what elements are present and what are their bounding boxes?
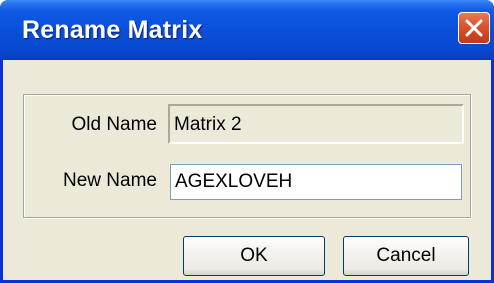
close-icon	[465, 19, 483, 37]
title-bar[interactable]: Rename Matrix	[0, 0, 494, 60]
dialog-body: Old Name Matrix 2 New Name OK Cancel	[3, 60, 491, 283]
old-name-value: Matrix 2	[174, 114, 242, 135]
dialog-title: Rename Matrix	[22, 16, 203, 44]
close-button[interactable]	[458, 12, 490, 44]
old-name-label: Old Name	[71, 114, 157, 135]
ok-button[interactable]: OK	[183, 236, 325, 276]
rename-matrix-dialog: Rename Matrix Old Name Matrix 2 New Name…	[0, 0, 494, 283]
new-name-input[interactable]	[170, 164, 462, 200]
new-name-label: New Name	[63, 170, 157, 191]
cancel-button[interactable]: Cancel	[343, 236, 469, 276]
old-name-field: Matrix 2	[168, 104, 464, 144]
